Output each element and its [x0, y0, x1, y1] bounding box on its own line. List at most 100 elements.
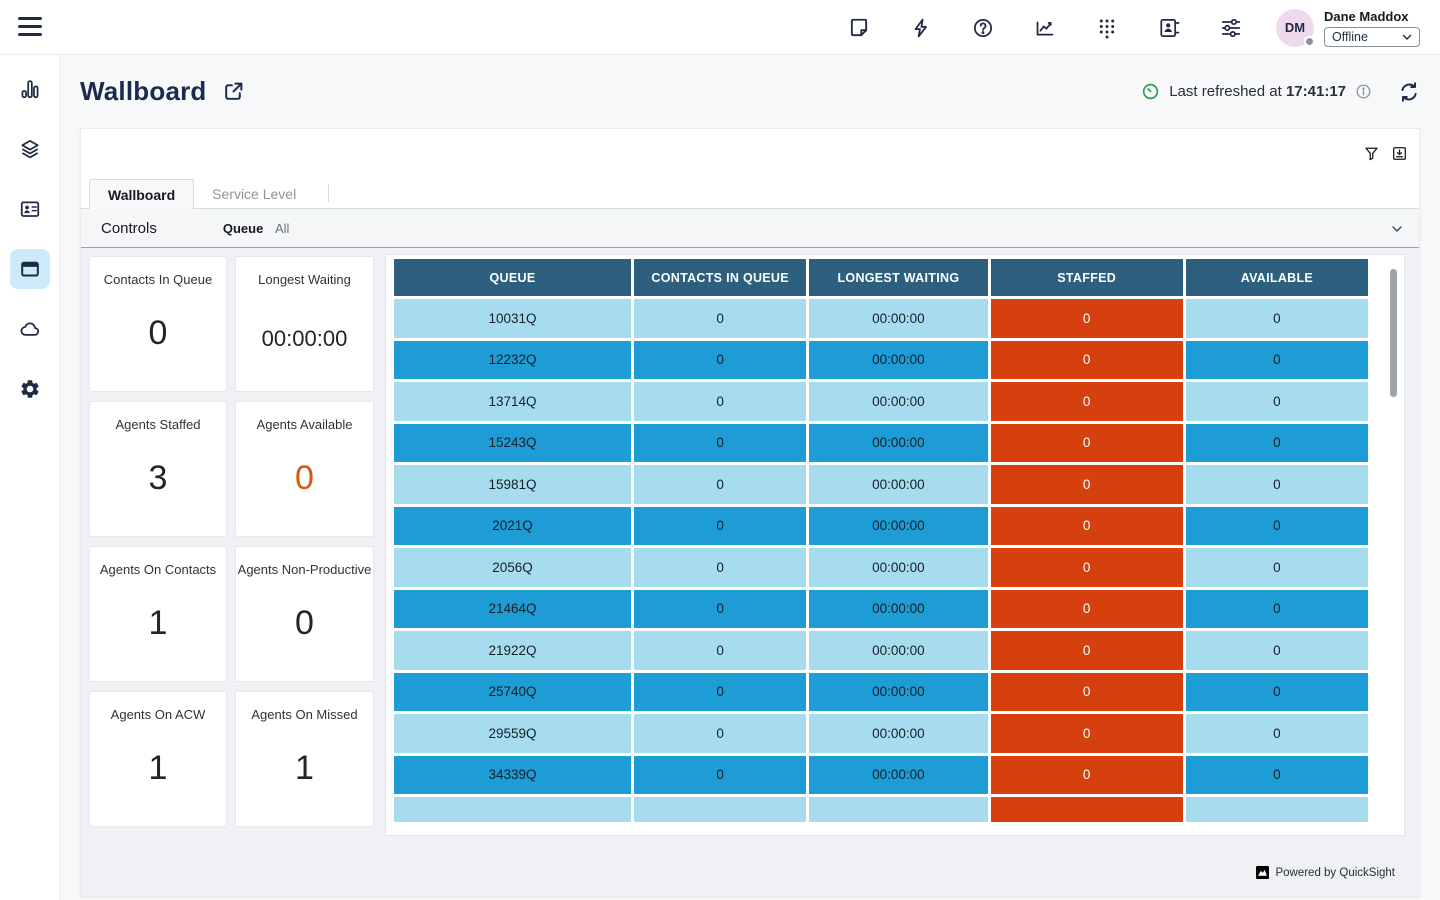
cell-available: 0 — [1186, 714, 1368, 753]
cloud-icon — [19, 318, 41, 340]
kpi-card: Agents Non-Productive 0 — [235, 546, 374, 682]
kpi-value: 1 — [90, 604, 226, 643]
timer-icon — [1141, 82, 1160, 101]
note-icon[interactable] — [848, 17, 870, 39]
cell-staffed: 0 — [991, 590, 1183, 629]
kpi-label: Agents Available — [236, 417, 373, 432]
cell-queue: 21922Q — [394, 631, 631, 670]
status-dot — [1304, 36, 1315, 47]
metrics-icon[interactable] — [1034, 17, 1056, 39]
queue-row: 10031Q 0 00:00:00 0 0 — [394, 299, 1368, 338]
table-scrollbar[interactable] — [1390, 269, 1397, 397]
sidebar-item-cloud[interactable] — [10, 309, 50, 349]
refresh-icon[interactable] — [1398, 81, 1420, 103]
cell-contacts: 0 — [634, 714, 806, 753]
hamburger-menu-icon[interactable] — [18, 17, 42, 38]
cell-contacts: 0 — [634, 341, 806, 380]
cell-queue: 29559Q — [394, 714, 631, 753]
cell-queue: 12232Q — [394, 341, 631, 380]
cell-staffed: 0 — [991, 465, 1183, 504]
cell-staffed: 0 — [991, 507, 1183, 546]
sidebar-item-layers[interactable] — [10, 129, 50, 169]
queue-table-body: 10031Q 0 00:00:00 0 0 12232Q 0 00:00:00 … — [394, 296, 1368, 822]
agent-status-select[interactable]: Offline — [1324, 27, 1420, 47]
cell-queue: 2056Q — [394, 548, 631, 587]
column-header: LONGEST WAITING — [809, 259, 987, 296]
browser-window-icon — [19, 258, 41, 280]
cell-waiting: 00:00:00 — [809, 341, 987, 380]
sheet-tab[interactable]: Wallboard — [89, 179, 194, 209]
cell-waiting: 00:00:00 — [809, 507, 987, 546]
cell-available — [1186, 797, 1368, 822]
queue-row — [394, 797, 1368, 822]
cell-contacts: 0 — [634, 507, 806, 546]
sidebar-item-contacts[interactable] — [10, 189, 50, 229]
cell-waiting: 00:00:00 — [809, 714, 987, 753]
top-bar: DM Dane Maddox Offline — [0, 0, 1440, 55]
cell-queue: 25740Q — [394, 673, 631, 712]
help-icon[interactable] — [972, 17, 994, 39]
cell-contacts: 0 — [634, 756, 806, 795]
cell-staffed: 0 — [991, 341, 1183, 380]
kpi-card: Longest Waiting 00:00:00 — [235, 256, 374, 392]
cell-available: 0 — [1186, 756, 1368, 795]
cell-waiting: 00:00:00 — [809, 756, 987, 795]
cell-staffed: 0 — [991, 299, 1183, 338]
kpi-value: 00:00:00 — [236, 326, 373, 352]
sidebar-item-settings[interactable] — [10, 369, 50, 409]
dialpad-icon[interactable] — [1096, 17, 1118, 39]
preferences-sliders-icon[interactable] — [1220, 17, 1242, 39]
queue-filter-value: All — [275, 221, 289, 236]
sheet-tab[interactable]: Service Level — [194, 179, 314, 208]
sidebar-item-app-windows[interactable] — [10, 249, 50, 289]
sidebar — [0, 55, 60, 900]
cell-available: 0 — [1186, 507, 1368, 546]
controls-label: Controls — [101, 220, 157, 237]
kpi-card: Agents Available 0 — [235, 401, 374, 537]
column-header: AVAILABLE — [1186, 259, 1368, 296]
controls-bar: Controls Queue All — [81, 209, 1419, 248]
cell-waiting — [809, 797, 987, 822]
avatar[interactable]: DM — [1276, 9, 1314, 47]
cell-queue: 2021Q — [394, 507, 631, 546]
filter-icon[interactable] — [1363, 145, 1380, 162]
gear-icon — [19, 378, 41, 400]
kpi-card: Agents On Contacts 1 — [89, 546, 227, 682]
external-link-icon[interactable] — [222, 80, 245, 103]
quicksight-logo-icon — [1256, 866, 1269, 879]
powered-by-quicksight[interactable]: Powered by QuickSight — [1256, 866, 1395, 879]
cell-available: 0 — [1186, 548, 1368, 587]
cell-staffed: 0 — [991, 382, 1183, 421]
sheet-tabs: Wallboard Service Level — [81, 179, 1419, 209]
quick-actions-icon[interactable] — [910, 17, 932, 39]
kpi-card: Agents On Missed 1 — [235, 691, 374, 827]
cell-available: 0 — [1186, 631, 1368, 670]
sidebar-item-analytics[interactable] — [10, 69, 50, 109]
refresh-time: 17:41:17 — [1286, 83, 1346, 100]
queue-filter[interactable]: Queue All — [223, 221, 290, 236]
kpi-value: 0 — [90, 314, 226, 353]
export-icon[interactable] — [1391, 145, 1408, 162]
cell-available: 0 — [1186, 424, 1368, 463]
queue-row: 2021Q 0 00:00:00 0 0 — [394, 507, 1368, 546]
cell-contacts — [634, 797, 806, 822]
cell-queue: 15243Q — [394, 424, 631, 463]
cell-staffed: 0 — [991, 673, 1183, 712]
contact-card-icon — [19, 198, 41, 220]
controls-collapse-chevron-icon[interactable] — [1389, 221, 1405, 237]
refresh-status: Last refreshed at 17:41:17 — [1141, 81, 1420, 103]
info-icon[interactable] — [1355, 83, 1372, 100]
directory-icon[interactable] — [1158, 17, 1180, 39]
cell-available: 0 — [1186, 341, 1368, 380]
cell-contacts: 0 — [634, 590, 806, 629]
kpi-value: 0 — [236, 604, 373, 643]
kpi-label: Longest Waiting — [236, 272, 373, 287]
kpi-label: Agents On Missed — [236, 707, 373, 722]
queue-row: 15243Q 0 00:00:00 0 0 — [394, 424, 1368, 463]
cell-contacts: 0 — [634, 382, 806, 421]
cell-waiting: 00:00:00 — [809, 590, 987, 629]
cell-contacts: 0 — [634, 424, 806, 463]
column-header: STAFFED — [991, 259, 1183, 296]
queue-table-card: QUEUE CONTACTS IN QUEUE LONGEST WAITING … — [385, 254, 1405, 836]
user-block: DM Dane Maddox Offline — [1276, 9, 1420, 47]
